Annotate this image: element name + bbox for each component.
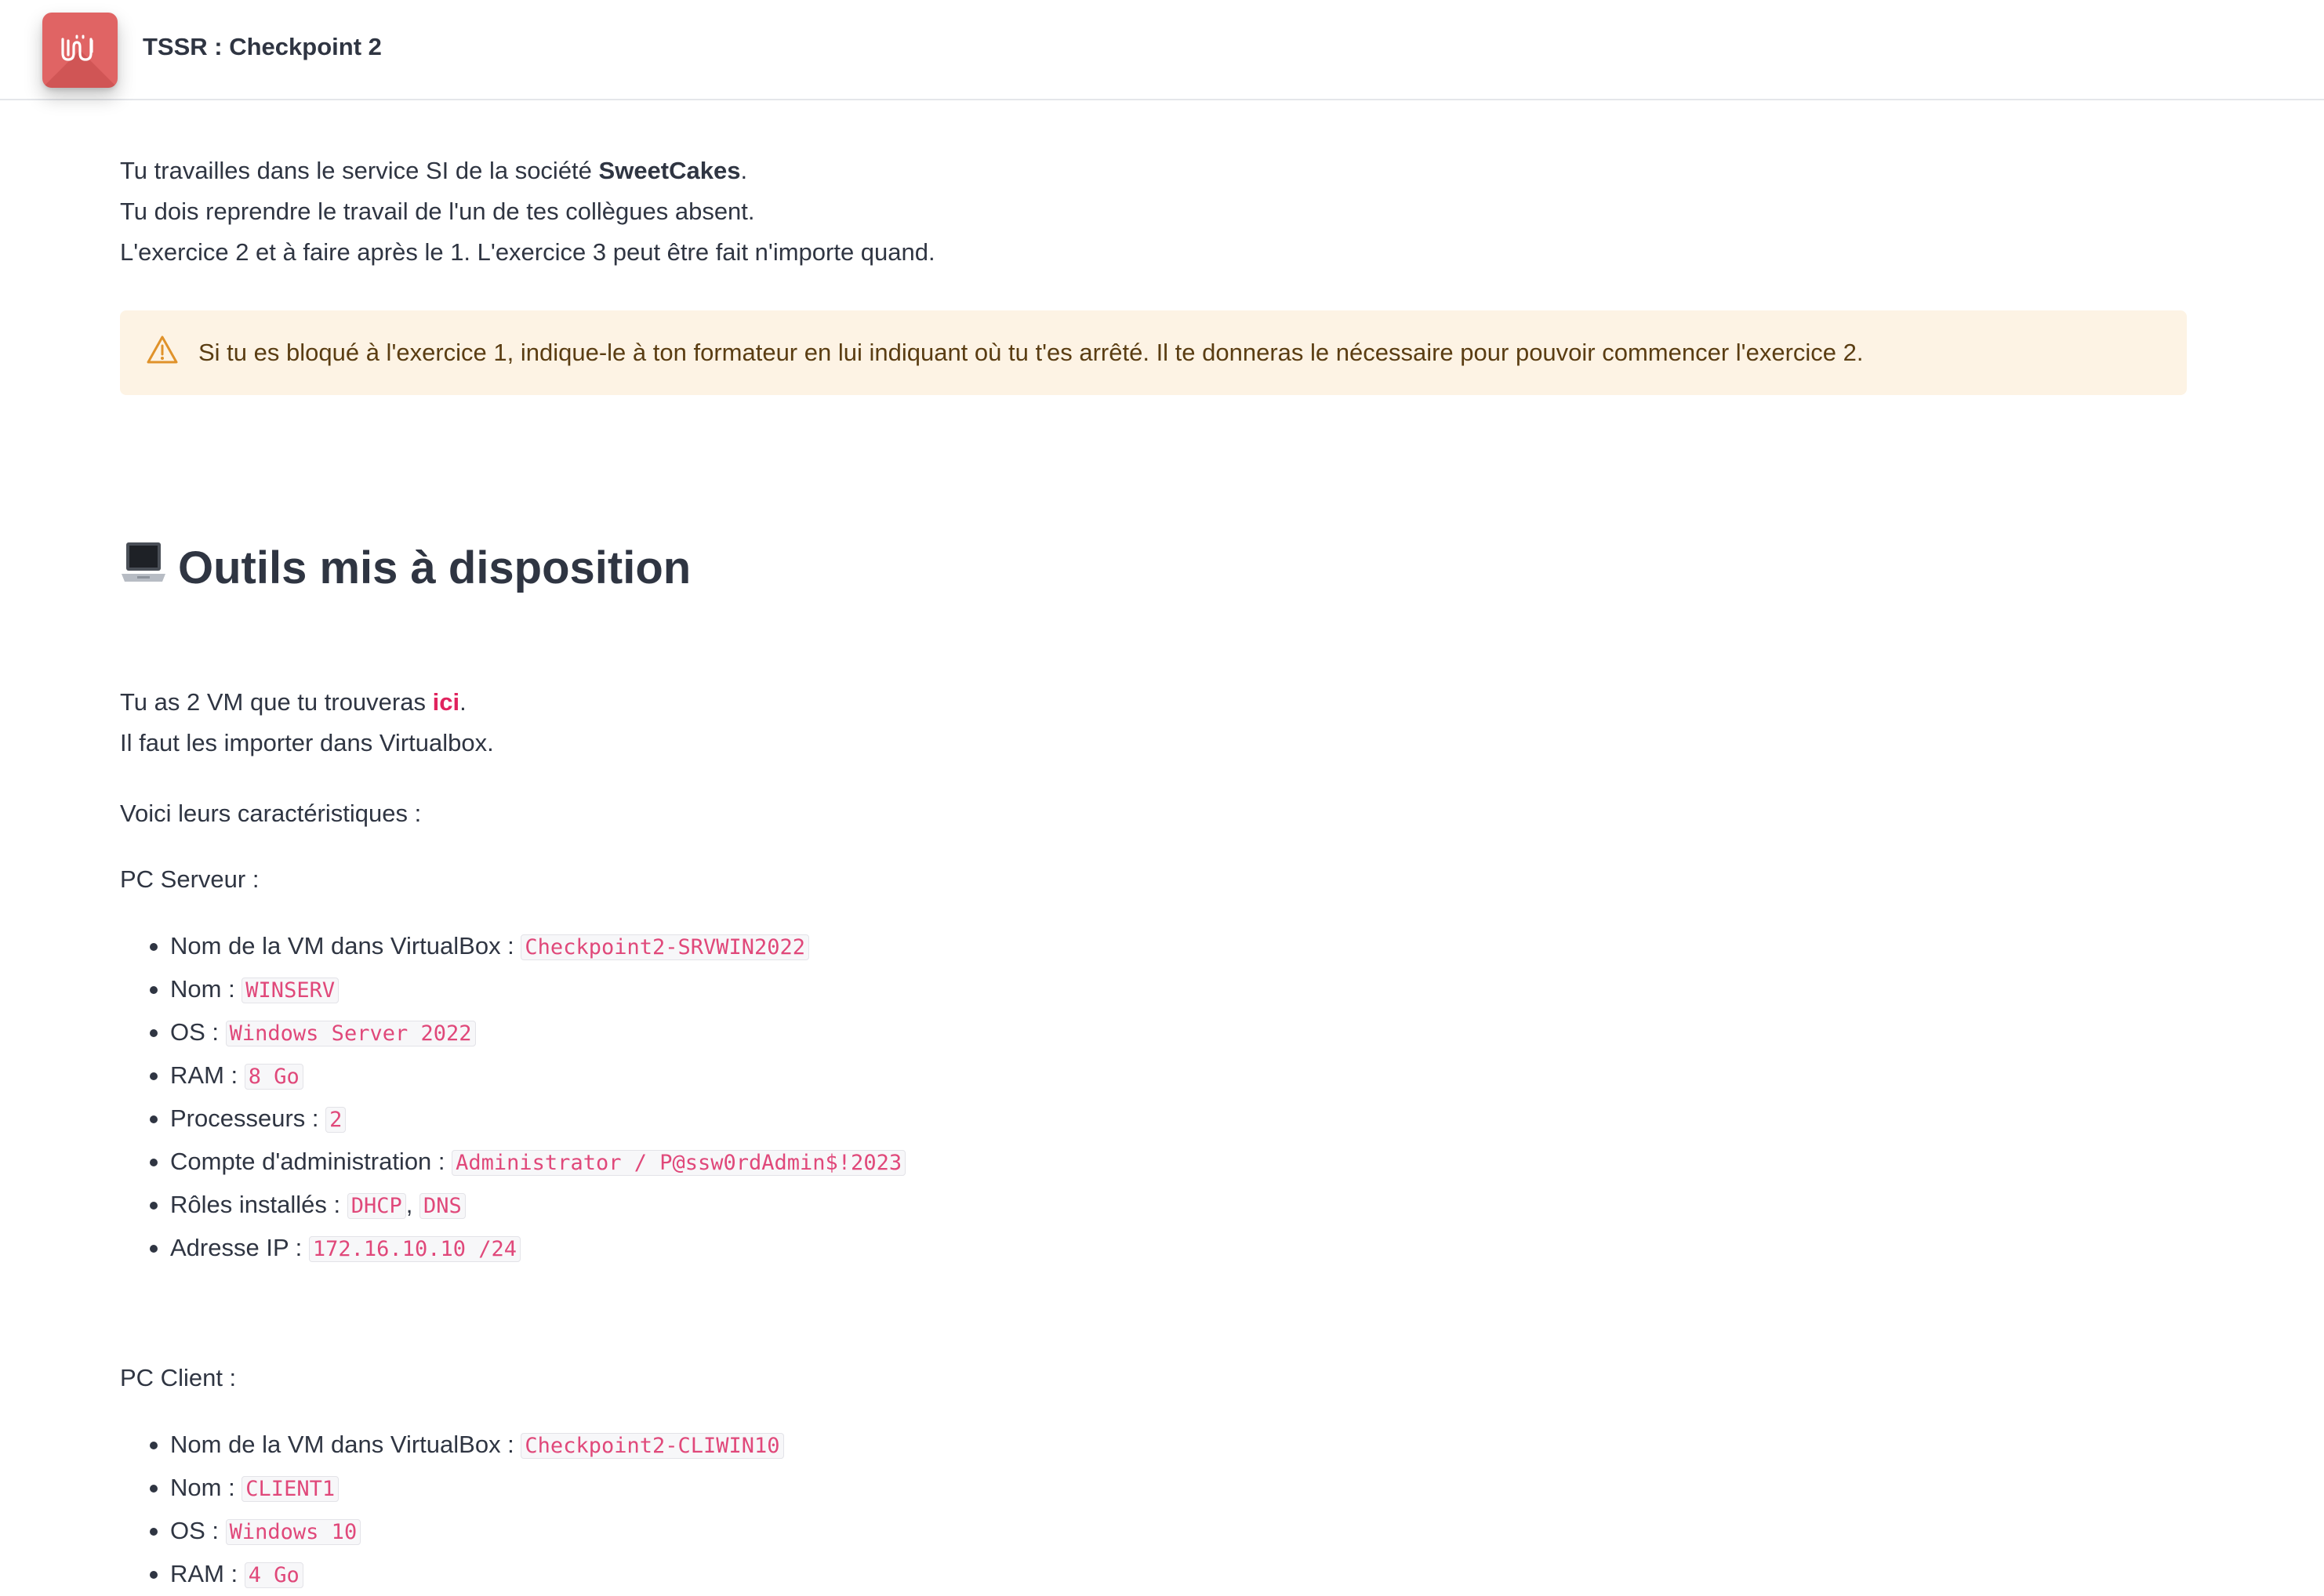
list-item: Nom : CLIENT1 bbox=[120, 1467, 784, 1510]
list-item: RAM : 8 Go bbox=[120, 1054, 906, 1097]
vm-download-link[interactable]: ici bbox=[433, 688, 459, 716]
list-item: Nom : WINSERV bbox=[120, 968, 906, 1011]
server-spec-list: Nom de la VM dans VirtualBox : Checkpoin… bbox=[120, 925, 906, 1270]
section-heading-tools: Outils mis à disposition bbox=[120, 539, 691, 596]
inline-code: Windows Server 2022 bbox=[225, 1021, 476, 1046]
intro-paragraph: Tu travailles dans le service SI de la s… bbox=[120, 151, 935, 273]
company-name: SweetCakes bbox=[598, 157, 741, 184]
list-item: OS : Windows 10 bbox=[120, 1510, 784, 1553]
inline-code: DHCP bbox=[347, 1193, 406, 1219]
vm-line: Tu as 2 VM que tu trouveras ici. bbox=[120, 688, 467, 716]
list-item: Adresse IP : 172.16.10.10 /24 bbox=[120, 1227, 906, 1270]
top-bar: TSSR : Checkpoint 2 bbox=[0, 0, 2324, 100]
section-heading-text: Outils mis à disposition bbox=[178, 542, 692, 593]
inline-code: Windows 10 bbox=[225, 1519, 361, 1545]
inline-code: 4 Go bbox=[244, 1562, 303, 1588]
client-spec-list: Nom de la VM dans VirtualBox : Checkpoin… bbox=[120, 1424, 784, 1596]
intro-line-3: L'exercice 2 et à faire après le 1. L'ex… bbox=[120, 238, 935, 266]
list-item: Compte d'administration : Administrator … bbox=[120, 1141, 906, 1184]
page-title: TSSR : Checkpoint 2 bbox=[143, 33, 382, 60]
inline-code: WINSERV bbox=[241, 978, 340, 1003]
inline-code: Checkpoint2-CLIWIN10 bbox=[521, 1433, 784, 1459]
inline-code: Administrator / P@ssw0rdAdmin$!2023 bbox=[452, 1150, 906, 1176]
list-item: Nom de la VM dans VirtualBox : Checkpoin… bbox=[120, 925, 906, 968]
laptop-icon bbox=[120, 539, 167, 596]
wave-logo-icon[interactable] bbox=[42, 13, 118, 88]
list-item: Processeurs : 2 bbox=[120, 1097, 906, 1141]
inline-code: Checkpoint2-SRVWIN2022 bbox=[521, 934, 810, 960]
inline-code: 172.16.10.10 /24 bbox=[308, 1236, 521, 1262]
list-item: Nom de la VM dans VirtualBox : Checkpoin… bbox=[120, 1424, 784, 1467]
inline-code: 8 Go bbox=[244, 1064, 303, 1090]
server-title: PC Serveur : bbox=[120, 865, 260, 893]
intro-line-1: Tu travailles dans le service SI de la s… bbox=[120, 157, 748, 184]
list-item: RAM : 4 Go bbox=[120, 1553, 784, 1596]
inline-code: DNS bbox=[419, 1193, 466, 1219]
client-title: PC Client : bbox=[120, 1364, 237, 1391]
characteristics-paragraph: Voici leurs caractéristiques : bbox=[120, 800, 422, 827]
intro-line-2: Tu dois reprendre le travail de l'un de … bbox=[120, 198, 755, 225]
vm-paragraph: Tu as 2 VM que tu trouveras ici. Il faut… bbox=[120, 682, 494, 764]
inline-code: CLIENT1 bbox=[241, 1476, 340, 1502]
list-item: Rôles installés : DHCP, DNS bbox=[120, 1184, 906, 1227]
warning-text: Si tu es bloqué à l'exercice 1, indique-… bbox=[198, 339, 1864, 366]
warning-callout: Si tu es bloqué à l'exercice 1, indique-… bbox=[120, 310, 2187, 395]
inline-code: 2 bbox=[325, 1107, 347, 1133]
warning-triangle-icon bbox=[145, 334, 180, 369]
list-item: OS : Windows Server 2022 bbox=[120, 1011, 906, 1054]
import-line: Il faut les importer dans Virtualbox. bbox=[120, 729, 494, 756]
